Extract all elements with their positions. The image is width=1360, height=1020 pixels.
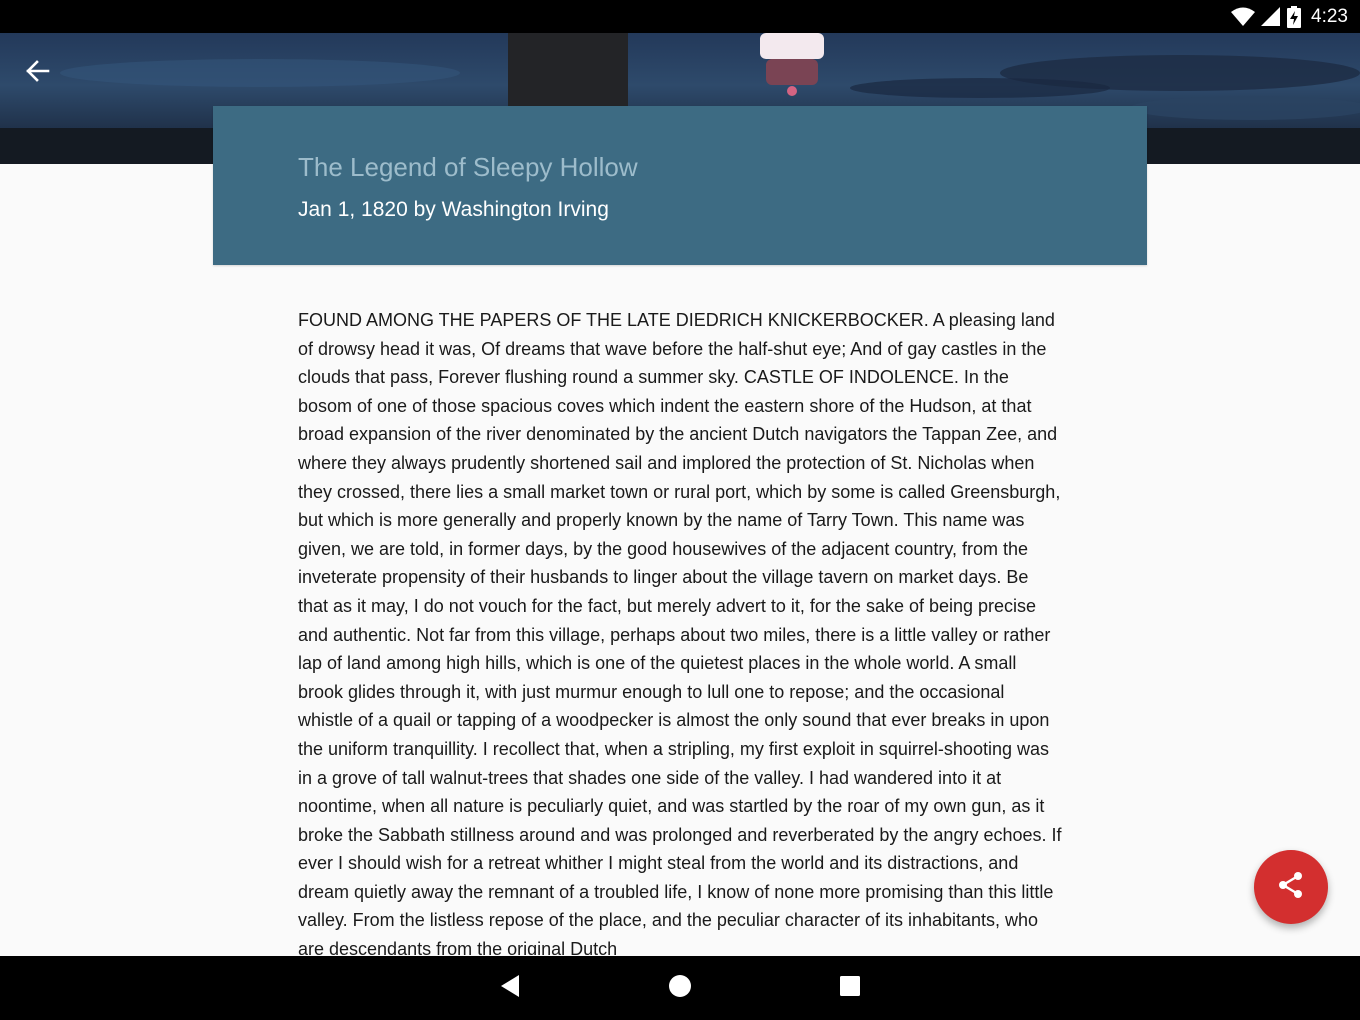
article-header-card: The Legend of Sleepy Hollow Jan 1, 1820 … bbox=[213, 106, 1147, 265]
cell-signal-icon bbox=[1261, 6, 1281, 27]
nav-back-icon bbox=[499, 974, 521, 1003]
battery-charging-icon bbox=[1287, 5, 1302, 28]
wifi-icon bbox=[1231, 7, 1256, 27]
share-button[interactable] bbox=[1254, 850, 1328, 924]
nav-recents-icon bbox=[839, 975, 861, 1002]
status-time: 4:23 bbox=[1311, 5, 1348, 27]
article-byline: Jan 1, 1820 by Washington Irving bbox=[298, 198, 609, 221]
navigation-bar bbox=[0, 956, 1360, 1020]
status-bar: 4:23 bbox=[0, 0, 1360, 33]
nav-recents-button[interactable] bbox=[830, 968, 870, 1008]
status-icons: 4:23 bbox=[1231, 0, 1348, 33]
nav-home-icon bbox=[668, 974, 692, 1003]
nav-back-button[interactable] bbox=[490, 968, 530, 1008]
article-text: FOUND AMONG THE PAPERS OF THE LATE DIEDR… bbox=[298, 310, 1062, 955]
share-icon bbox=[1276, 870, 1306, 905]
nav-home-button[interactable] bbox=[660, 968, 700, 1008]
back-button[interactable] bbox=[14, 50, 60, 96]
article-body: FOUND AMONG THE PAPERS OF THE LATE DIEDR… bbox=[298, 306, 1062, 955]
article-title: The Legend of Sleepy Hollow bbox=[298, 152, 638, 182]
arrow-back-icon bbox=[24, 58, 50, 89]
